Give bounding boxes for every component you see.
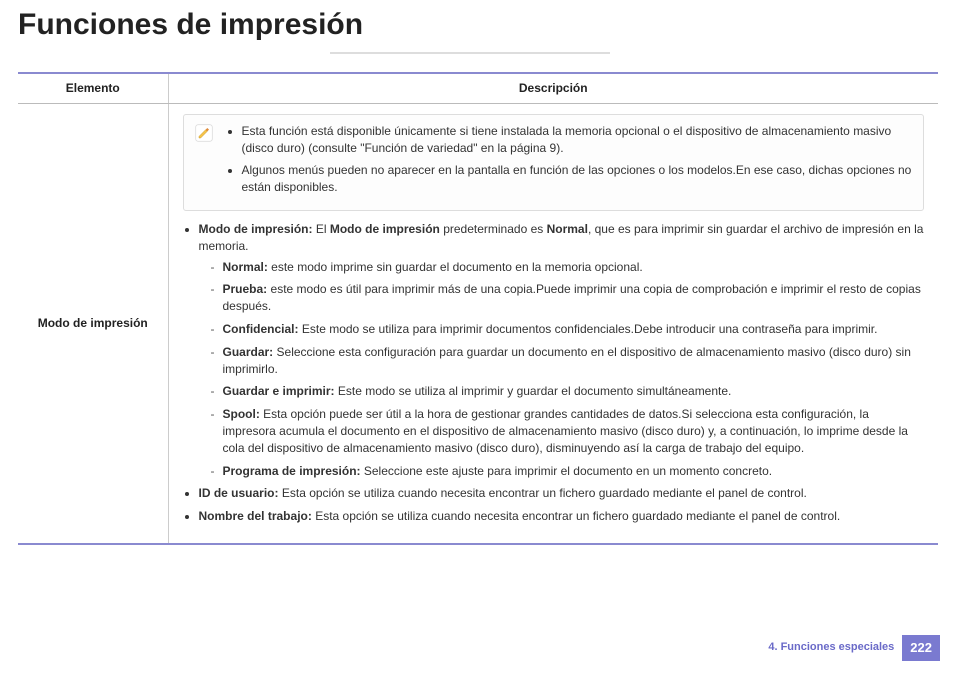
sub-confidencial: Confidencial: Este modo se utiliza para … — [211, 321, 925, 338]
item-modo-impresion: Modo de impresión: El Modo de impresión … — [199, 221, 925, 479]
bold-label: Modo de impresión: — [199, 222, 313, 236]
note-item: Esta función está disponible únicamente … — [242, 123, 914, 157]
sub-guardar: Guardar: Seleccione esta configuración p… — [211, 344, 925, 378]
sub-programa: Programa de impresión: Seleccione este a… — [211, 463, 925, 480]
page-footer: 4. Funciones especiales 222 — [768, 635, 940, 661]
sub-prueba: Prueba: este modo es útil para imprimir … — [211, 281, 925, 315]
item-nombre-trabajo: Nombre del trabajo: Esta opción se utili… — [199, 508, 925, 525]
sub-normal: Normal: este modo imprime sin guardar el… — [211, 259, 925, 276]
sub-spool: Spool: Esta opción puede ser útil a la h… — [211, 406, 925, 456]
page-title: Funciones de impresión — [0, 0, 954, 52]
description-table: Elemento Descripción Modo de impresión — [18, 72, 938, 545]
row-label: Modo de impresión — [18, 103, 168, 544]
title-underline — [330, 52, 610, 54]
note-box: Esta función está disponible únicamente … — [183, 114, 925, 211]
item-id-usuario: ID de usuario: Esta opción se utiliza cu… — [199, 485, 925, 502]
header-description: Descripción — [168, 73, 938, 103]
footer-page-number: 222 — [902, 635, 940, 661]
footer-chapter: 4. Funciones especiales — [768, 640, 894, 655]
note-item: Algunos menús pueden no aparecer en la p… — [242, 162, 914, 196]
pencil-note-icon — [194, 123, 214, 143]
header-element: Elemento — [18, 73, 168, 103]
sub-guardar-imprimir: Guardar e imprimir: Este modo se utiliza… — [211, 383, 925, 400]
